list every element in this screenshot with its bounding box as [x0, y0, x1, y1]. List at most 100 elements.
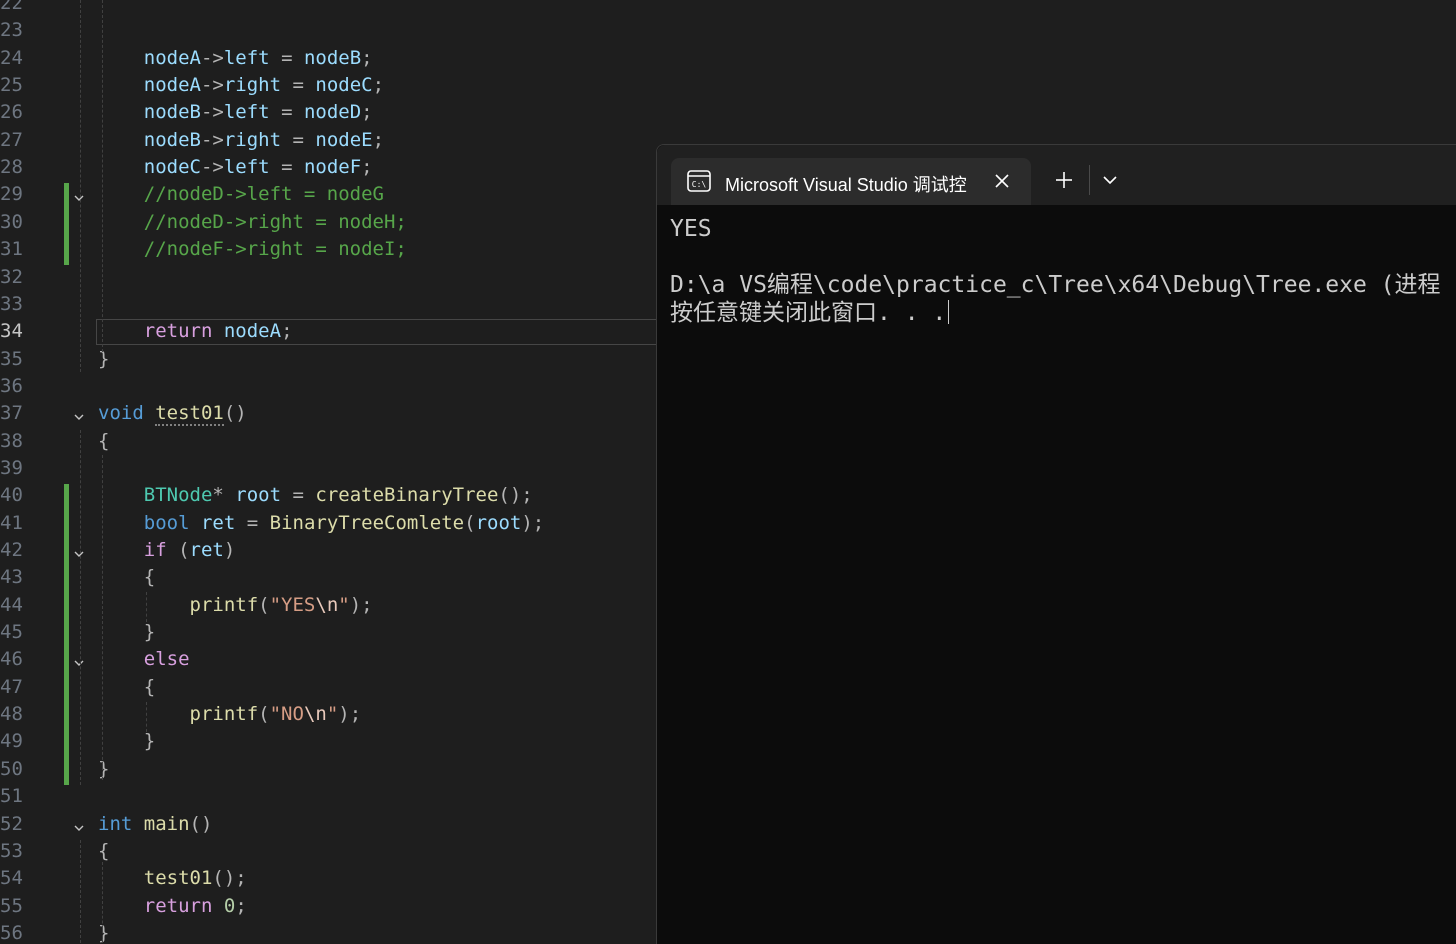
code-line[interactable]: 26 nodeB->left = nodeD; — [0, 99, 660, 126]
line-number: 26 — [0, 101, 23, 124]
code-line[interactable]: 53 { — [0, 838, 660, 865]
code-line[interactable]: 37 void test01() — [0, 400, 660, 427]
line-number: 23 — [0, 19, 23, 42]
code-token: () — [189, 812, 213, 835]
code-token: ; — [372, 74, 385, 97]
code-line[interactable]: 24 nodeA->left = nodeB; — [0, 45, 660, 72]
plus-icon[interactable] — [1053, 169, 1075, 191]
code-text: return 0; — [98, 893, 247, 920]
code-line[interactable]: 29 //nodeD->left = nodeG — [0, 181, 660, 208]
line-number: 54 — [0, 867, 23, 890]
console-output[interactable]: YES D:\a VS编程\code\practice_c\Tree\x64\D… — [670, 215, 1441, 327]
code-token: { — [98, 566, 156, 589]
code-line[interactable]: 25 nodeA->right = nodeC; — [0, 72, 660, 99]
close-icon[interactable] — [991, 170, 1013, 192]
indent-guide — [146, 702, 147, 732]
code-token: int — [98, 812, 133, 835]
code-line[interactable]: 48 printf("NO\n"); — [0, 701, 660, 728]
code-text: test01(); — [98, 865, 247, 892]
code-line[interactable]: 43 { — [0, 564, 660, 591]
code-token: { — [98, 429, 110, 452]
code-line[interactable]: 54 test01(); — [0, 865, 660, 892]
code-token: bool — [143, 511, 190, 534]
code-line[interactable]: 44 printf("YES\n"); — [0, 592, 660, 619]
indent-guide — [80, 0, 81, 372]
code-line[interactable]: 22 — [0, 0, 660, 17]
code-line[interactable]: 40 BTNode* root = createBinaryTree(); — [0, 482, 660, 509]
code-token: left — [223, 156, 270, 179]
line-number: 32 — [0, 265, 23, 288]
fold-chevron-icon[interactable] — [73, 819, 85, 831]
debug-console-window[interactable]: C:\ Microsoft Visual Studio 调试控 YES D:\a… — [656, 144, 1456, 944]
code-line[interactable]: 41 bool ret = BinaryTreeComlete(root); — [0, 510, 660, 537]
line-number: 40 — [0, 484, 23, 507]
code-token: } — [98, 621, 156, 644]
code-line[interactable]: 28 nodeC->left = nodeF; — [0, 154, 660, 181]
code-token: = — [235, 511, 270, 534]
indent-guide — [80, 430, 81, 785]
code-token: nodeE — [315, 128, 373, 151]
code-line[interactable]: 31 //nodeF->right = nodeI; — [0, 236, 660, 263]
code-line[interactable]: 51 — [0, 783, 660, 810]
code-line[interactable]: 36 — [0, 373, 660, 400]
code-line[interactable]: 39 — [0, 455, 660, 482]
code-token: (); — [212, 867, 247, 890]
terminal-tab[interactable]: C:\ Microsoft Visual Studio 调试控 — [671, 158, 1031, 205]
line-number: 46 — [0, 648, 23, 671]
terminal-title-bar[interactable]: C:\ Microsoft Visual Studio 调试控 — [657, 145, 1456, 205]
change-indicator-bar — [64, 183, 69, 265]
code-line[interactable]: 56} — [0, 920, 660, 943]
code-line[interactable]: 27 nodeB->right = nodeE; — [0, 127, 660, 154]
console-output-text: D:\a VS编程\code\practice_c\Tree\x64\Debug… — [670, 272, 1441, 298]
code-token: } — [98, 757, 110, 780]
line-number: 31 — [0, 238, 23, 261]
fold-chevron-icon[interactable] — [73, 408, 85, 421]
code-token: nodeB — [303, 46, 362, 69]
line-number: 41 — [0, 511, 23, 534]
code-token: ( — [166, 539, 190, 561]
line-number: 30 — [0, 210, 23, 233]
code-token: } — [98, 730, 156, 753]
code-line[interactable]: 30 //nodeD->right = nodeH; — [0, 209, 660, 236]
code-line[interactable]: 47 { — [0, 674, 660, 701]
code-token: nodeD — [303, 101, 362, 124]
code-line[interactable]: 33 — [0, 291, 660, 318]
tab-separator — [1089, 165, 1090, 195]
console-output-line — [670, 243, 1441, 271]
code-text: nodeC->left = nodeF; — [98, 154, 373, 181]
code-line[interactable]: 55 return 0; — [0, 893, 660, 920]
code-token: //nodeF->right = nodeI; — [98, 238, 407, 261]
code-text: //nodeD->left = nodeG — [98, 181, 384, 208]
code-token: right — [223, 128, 282, 151]
fold-chevron-icon[interactable] — [73, 654, 85, 667]
code-text: bool ret = BinaryTreeComlete(root); — [98, 510, 544, 537]
code-line[interactable]: 42 if (ret) — [0, 537, 660, 564]
code-text: { — [98, 564, 155, 591]
fold-chevron-icon[interactable] — [73, 545, 85, 557]
code-line[interactable]: 50} — [0, 756, 660, 783]
fold-chevron-icon[interactable] — [73, 189, 85, 202]
code-text: BTNode* root = createBinaryTree(); — [98, 482, 533, 509]
code-token: \n — [315, 593, 339, 616]
code-token: ); — [521, 511, 545, 534]
code-line[interactable]: 23 — [0, 17, 660, 44]
code-token: root — [475, 511, 522, 534]
code-token: * — [212, 484, 236, 507]
code-token: left — [223, 101, 270, 124]
code-line[interactable]: 35} — [0, 346, 660, 373]
code-token: BinaryTreeComlete — [269, 511, 465, 534]
code-line[interactable]: 38 { — [0, 428, 660, 455]
chevron-down-icon[interactable] — [1101, 171, 1119, 189]
code-text: } — [98, 756, 109, 783]
code-line[interactable]: 45 } — [0, 619, 660, 646]
code-line[interactable]: 32 — [0, 264, 660, 291]
console-output-text — [670, 244, 684, 270]
code-token: "YES — [269, 593, 316, 616]
code-line[interactable]: 49 } — [0, 728, 660, 755]
code-line[interactable]: 46 else — [0, 646, 660, 673]
code-line[interactable]: 52 int main() — [0, 811, 660, 838]
